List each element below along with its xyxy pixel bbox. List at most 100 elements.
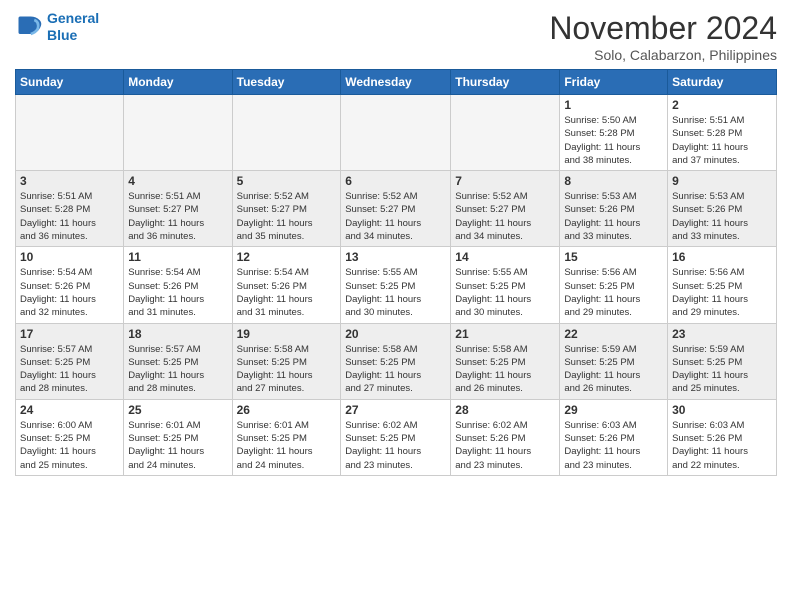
calendar-cell: 15 Sunrise: 5:56 AMSunset: 5:25 PMDayligh… [560, 247, 668, 323]
calendar-cell: 8 Sunrise: 5:53 AMSunset: 5:26 PMDaylight… [560, 171, 668, 247]
day-info: Sunrise: 5:53 AMSunset: 5:26 PMDaylight:… [564, 190, 663, 243]
day-info: Sunrise: 5:59 AMSunset: 5:25 PMDaylight:… [672, 343, 772, 396]
day-info: Sunrise: 6:02 AMSunset: 5:25 PMDaylight:… [345, 419, 446, 472]
day-header-monday: Monday [124, 70, 232, 95]
calendar-cell: 18 Sunrise: 5:57 AMSunset: 5:25 PMDayligh… [124, 323, 232, 399]
calendar-cell: 10 Sunrise: 5:54 AMSunset: 5:26 PMDayligh… [16, 247, 124, 323]
day-number: 21 [455, 327, 555, 341]
calendar-cell: 24 Sunrise: 6:00 AMSunset: 5:25 PMDayligh… [16, 399, 124, 475]
calendar-cell [16, 95, 124, 171]
calendar: SundayMondayTuesdayWednesdayThursdayFrid… [15, 69, 777, 476]
day-info: Sunrise: 5:56 AMSunset: 5:25 PMDaylight:… [672, 266, 772, 319]
day-number: 1 [564, 98, 663, 112]
day-info: Sunrise: 6:00 AMSunset: 5:25 PMDaylight:… [20, 419, 119, 472]
day-info: Sunrise: 5:53 AMSunset: 5:26 PMDaylight:… [672, 190, 772, 243]
day-number: 23 [672, 327, 772, 341]
day-number: 22 [564, 327, 663, 341]
page-header: General Blue November 2024 Solo, Calabar… [15, 10, 777, 63]
calendar-cell: 6 Sunrise: 5:52 AMSunset: 5:27 PMDaylight… [341, 171, 451, 247]
day-info: Sunrise: 5:57 AMSunset: 5:25 PMDaylight:… [128, 343, 227, 396]
day-info: Sunrise: 5:51 AMSunset: 5:28 PMDaylight:… [672, 114, 772, 167]
day-number: 15 [564, 250, 663, 264]
day-info: Sunrise: 5:52 AMSunset: 5:27 PMDaylight:… [345, 190, 446, 243]
logo-icon [15, 13, 43, 41]
day-number: 6 [345, 174, 446, 188]
calendar-cell: 14 Sunrise: 5:55 AMSunset: 5:25 PMDayligh… [451, 247, 560, 323]
day-info: Sunrise: 5:57 AMSunset: 5:25 PMDaylight:… [20, 343, 119, 396]
month-year: November 2024 [549, 10, 777, 47]
day-number: 24 [20, 403, 119, 417]
calendar-cell: 25 Sunrise: 6:01 AMSunset: 5:25 PMDayligh… [124, 399, 232, 475]
day-info: Sunrise: 5:55 AMSunset: 5:25 PMDaylight:… [345, 266, 446, 319]
day-info: Sunrise: 5:54 AMSunset: 5:26 PMDaylight:… [128, 266, 227, 319]
logo: General Blue [15, 10, 99, 44]
calendar-week-4: 17 Sunrise: 5:57 AMSunset: 5:25 PMDayligh… [16, 323, 777, 399]
calendar-week-1: 1 Sunrise: 5:50 AMSunset: 5:28 PMDaylight… [16, 95, 777, 171]
day-number: 10 [20, 250, 119, 264]
calendar-week-2: 3 Sunrise: 5:51 AMSunset: 5:28 PMDaylight… [16, 171, 777, 247]
day-info: Sunrise: 6:02 AMSunset: 5:26 PMDaylight:… [455, 419, 555, 472]
calendar-cell: 22 Sunrise: 5:59 AMSunset: 5:25 PMDayligh… [560, 323, 668, 399]
calendar-cell: 23 Sunrise: 5:59 AMSunset: 5:25 PMDayligh… [668, 323, 777, 399]
calendar-cell: 16Sunrise: 5:56 AMSunset: 5:25 PMDayligh… [668, 247, 777, 323]
day-info: Sunrise: 5:56 AMSunset: 5:25 PMDaylight:… [564, 266, 663, 319]
day-number: 30 [672, 403, 772, 417]
title-block: November 2024 Solo, Calabarzon, Philippi… [549, 10, 777, 63]
day-number: 29 [564, 403, 663, 417]
day-number: 7 [455, 174, 555, 188]
day-info: Sunrise: 6:01 AMSunset: 5:25 PMDaylight:… [128, 419, 227, 472]
day-info: Sunrise: 5:54 AMSunset: 5:26 PMDaylight:… [20, 266, 119, 319]
day-info: Sunrise: 5:52 AMSunset: 5:27 PMDaylight:… [237, 190, 337, 243]
calendar-cell: 11Sunrise: 5:54 AMSunset: 5:26 PMDayligh… [124, 247, 232, 323]
day-number: 4 [128, 174, 227, 188]
location: Solo, Calabarzon, Philippines [549, 47, 777, 63]
calendar-cell: 12 Sunrise: 5:54 AMSunset: 5:26 PMDayligh… [232, 247, 341, 323]
calendar-cell: 13 Sunrise: 5:55 AMSunset: 5:25 PMDayligh… [341, 247, 451, 323]
day-number: 2 [672, 98, 772, 112]
day-number: 13 [345, 250, 446, 264]
day-number: 12 [237, 250, 337, 264]
calendar-cell [451, 95, 560, 171]
calendar-cell: 20Sunrise: 5:58 AMSunset: 5:25 PMDayligh… [341, 323, 451, 399]
calendar-cell: 19Sunrise: 5:58 AMSunset: 5:25 PMDayligh… [232, 323, 341, 399]
day-info: Sunrise: 5:51 AMSunset: 5:28 PMDaylight:… [20, 190, 119, 243]
day-number: 25 [128, 403, 227, 417]
day-info: Sunrise: 5:55 AMSunset: 5:25 PMDaylight:… [455, 266, 555, 319]
day-number: 14 [455, 250, 555, 264]
calendar-cell: 21Sunrise: 5:58 AMSunset: 5:25 PMDayligh… [451, 323, 560, 399]
calendar-cell: 27 Sunrise: 6:02 AMSunset: 5:25 PMDayligh… [341, 399, 451, 475]
day-info: Sunrise: 6:01 AMSunset: 5:25 PMDaylight:… [237, 419, 337, 472]
calendar-cell: 30Sunrise: 6:03 AMSunset: 5:26 PMDayligh… [668, 399, 777, 475]
day-info: Sunrise: 5:58 AMSunset: 5:25 PMDaylight:… [345, 343, 446, 396]
calendar-cell [341, 95, 451, 171]
calendar-cell: 28 Sunrise: 6:02 AMSunset: 5:26 PMDayligh… [451, 399, 560, 475]
day-number: 17 [20, 327, 119, 341]
day-number: 27 [345, 403, 446, 417]
calendar-cell: 26 Sunrise: 6:01 AMSunset: 5:25 PMDayligh… [232, 399, 341, 475]
calendar-week-3: 10 Sunrise: 5:54 AMSunset: 5:26 PMDayligh… [16, 247, 777, 323]
calendar-cell: 29Sunrise: 6:03 AMSunset: 5:26 PMDayligh… [560, 399, 668, 475]
day-number: 19 [237, 327, 337, 341]
day-number: 5 [237, 174, 337, 188]
header-row: SundayMondayTuesdayWednesdayThursdayFrid… [16, 70, 777, 95]
day-number: 26 [237, 403, 337, 417]
calendar-cell: 17 Sunrise: 5:57 AMSunset: 5:25 PMDayligh… [16, 323, 124, 399]
calendar-cell: 5 Sunrise: 5:52 AMSunset: 5:27 PMDaylight… [232, 171, 341, 247]
day-info: Sunrise: 5:59 AMSunset: 5:25 PMDaylight:… [564, 343, 663, 396]
calendar-week-5: 24 Sunrise: 6:00 AMSunset: 5:25 PMDayligh… [16, 399, 777, 475]
day-number: 8 [564, 174, 663, 188]
day-number: 3 [20, 174, 119, 188]
calendar-cell: 2 Sunrise: 5:51 AMSunset: 5:28 PMDaylight… [668, 95, 777, 171]
day-number: 28 [455, 403, 555, 417]
day-header-saturday: Saturday [668, 70, 777, 95]
calendar-cell: 4Sunrise: 5:51 AMSunset: 5:27 PMDaylight… [124, 171, 232, 247]
day-header-thursday: Thursday [451, 70, 560, 95]
day-header-tuesday: Tuesday [232, 70, 341, 95]
day-info: Sunrise: 5:50 AMSunset: 5:28 PMDaylight:… [564, 114, 663, 167]
day-header-friday: Friday [560, 70, 668, 95]
logo-text: General Blue [47, 10, 99, 44]
day-info: Sunrise: 5:54 AMSunset: 5:26 PMDaylight:… [237, 266, 337, 319]
day-number: 18 [128, 327, 227, 341]
calendar-cell: 1 Sunrise: 5:50 AMSunset: 5:28 PMDaylight… [560, 95, 668, 171]
day-header-sunday: Sunday [16, 70, 124, 95]
